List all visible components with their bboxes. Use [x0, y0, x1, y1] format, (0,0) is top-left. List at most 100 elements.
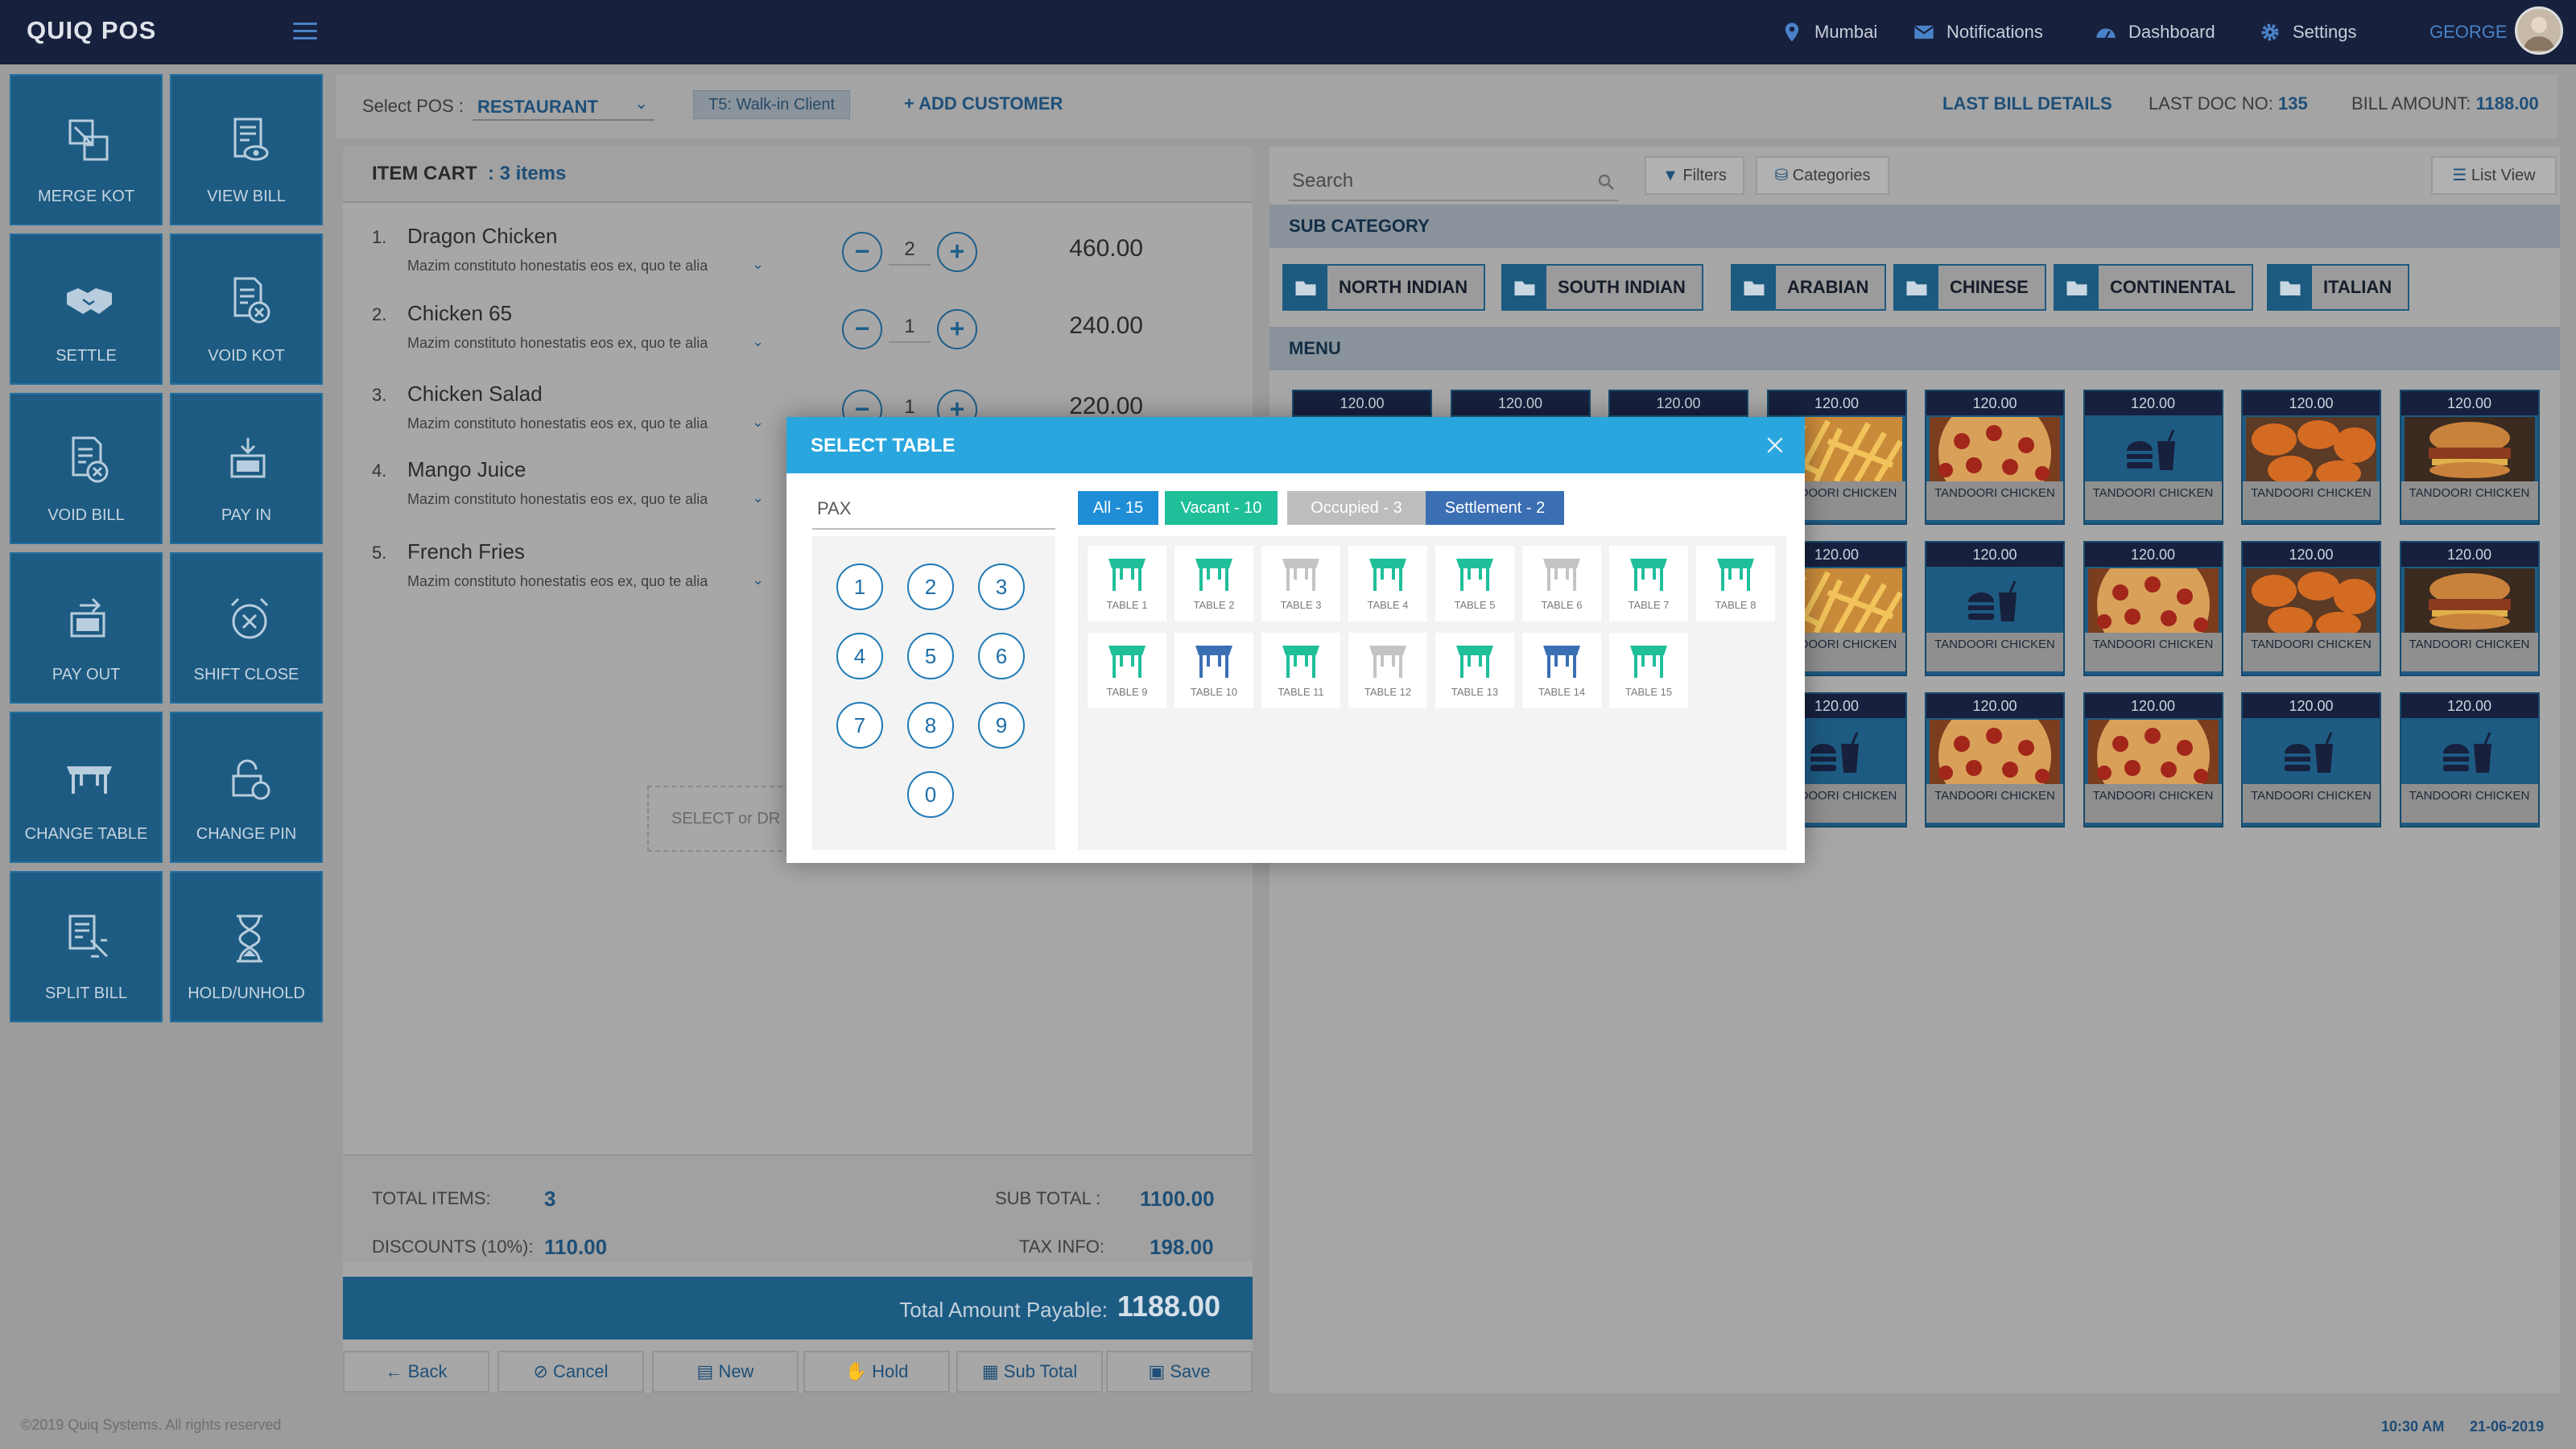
subcategory-arabian[interactable]: ARABIAN	[1731, 264, 1887, 311]
back-button[interactable]: ← Back	[343, 1351, 489, 1393]
keypad-key[interactable]: 4	[836, 633, 883, 679]
keypad-key[interactable]: 0	[907, 771, 954, 818]
pos-select[interactable]: RESTAURANT ⌄	[473, 90, 654, 121]
user-name[interactable]: GEORGE	[2429, 22, 2508, 43]
qty-value[interactable]: 2	[889, 238, 931, 266]
qty-value[interactable]: 1	[889, 316, 931, 343]
close-icon[interactable]	[1765, 435, 1785, 456]
keypad-key[interactable]: 9	[978, 702, 1025, 749]
menu-item-price: 120.00	[1451, 391, 1589, 415]
subcategory-continental[interactable]: CONTINENTAL	[2054, 264, 2254, 311]
action-pay-out-button[interactable]: PAY OUT	[10, 552, 163, 704]
filters-button[interactable]: ▼ Filters	[1645, 156, 1744, 195]
action-merge-kot-button[interactable]: MERGE KOT	[10, 74, 163, 225]
decrease-qty-button[interactable]: −	[842, 309, 882, 349]
table-filter-chip[interactable]: Occupied - 3	[1287, 491, 1426, 525]
table-option[interactable]: TABLE 9	[1088, 633, 1166, 708]
table-option[interactable]: TABLE 3	[1261, 546, 1340, 621]
keypad-key[interactable]: 8	[907, 702, 954, 749]
menu-item-card[interactable]: 120.00 TANDOORI CHICKEN	[1925, 390, 2065, 525]
table-chip[interactable]: T5: Walk-in Client	[693, 90, 851, 119]
menu-item-card[interactable]: 120.00 TANDOORI CHICKEN	[2399, 541, 2540, 676]
table-label: TABLE 3	[1280, 599, 1322, 611]
menu-item-card[interactable]: 120.00 TANDOORI CHICKEN	[2083, 390, 2223, 525]
action-split-bill-button[interactable]: SPLIT BILL	[10, 871, 163, 1022]
dashboard-link[interactable]: Dashboard	[2095, 21, 2215, 43]
table-option[interactable]: TABLE 7	[1609, 546, 1688, 621]
action-change-table-button[interactable]: CHANGE TABLE	[10, 712, 163, 863]
table-option[interactable]: TABLE 13	[1435, 633, 1514, 708]
save-button[interactable]: ▣ Save	[1106, 1351, 1253, 1393]
subtotal-button[interactable]: ▦ Sub Total	[956, 1351, 1103, 1393]
table-option[interactable]: TABLE 6	[1522, 546, 1601, 621]
table-option[interactable]: TABLE 8	[1696, 546, 1775, 621]
hold-button[interactable]: ✋ Hold	[803, 1351, 950, 1393]
subcategory-chinese[interactable]: CHINESE	[1893, 264, 2046, 311]
menu-item-card[interactable]: 120.00 TANDOORI CHICKEN	[2241, 390, 2381, 525]
menu-item-card[interactable]: 120.00 TANDOORI CHICKEN	[2083, 692, 2223, 828]
menu-item-card[interactable]: 120.00 TANDOORI CHICKEN	[2241, 692, 2381, 828]
table-label: TABLE 8	[1715, 599, 1757, 611]
increase-qty-button[interactable]: +	[937, 309, 977, 349]
cart-item[interactable]: 2. Chicken 65 Mazim constituto honestatis …	[372, 301, 1241, 377]
keypad-key[interactable]: 6	[978, 633, 1025, 679]
settings-link[interactable]: Settings	[2259, 21, 2357, 43]
decrease-qty-button[interactable]: −	[842, 232, 882, 272]
categories-button[interactable]: ⛁ Categories	[1756, 156, 1889, 195]
table-option[interactable]: TABLE 15	[1609, 633, 1688, 708]
list-view-button[interactable]: ☰ List View	[2431, 156, 2557, 195]
table-option[interactable]: TABLE 12	[1348, 633, 1427, 708]
add-customer-button[interactable]: + ADD CUSTOMER	[904, 93, 1063, 114]
table-option[interactable]: TABLE 11	[1261, 633, 1340, 708]
notifications-link[interactable]: Notifications	[1913, 21, 2043, 43]
table-option[interactable]: TABLE 1	[1088, 546, 1166, 621]
subcategory-north-indian[interactable]: NORTH INDIAN	[1282, 264, 1486, 311]
keypad-key[interactable]: 3	[978, 564, 1025, 610]
action-change-pin-button[interactable]: CHANGE PIN	[170, 712, 323, 863]
item-price: 220.00	[1069, 393, 1143, 419]
table-option[interactable]: TABLE 4	[1348, 546, 1427, 621]
table-option[interactable]: TABLE 2	[1174, 546, 1253, 621]
increase-qty-button[interactable]: +	[937, 232, 977, 272]
search-input[interactable]: Search	[1289, 163, 1619, 201]
menu-item-card[interactable]: 120.00 TANDOORI CHICKEN	[1925, 692, 2065, 828]
chevron-down-icon[interactable]: ⌄	[752, 256, 764, 273]
subcategory-south-indian[interactable]: SOUTH INDIAN	[1501, 264, 1703, 311]
cancel-button[interactable]: ⊘ Cancel	[497, 1351, 644, 1393]
menu-item-card[interactable]: 120.00 TANDOORI CHICKEN	[2399, 390, 2540, 525]
menu-item-card[interactable]: 120.00 TANDOORI CHICKEN	[2083, 541, 2223, 676]
table-filter-chip[interactable]: All - 15	[1078, 491, 1158, 525]
menu-item-card[interactable]: 120.00 TANDOORI CHICKEN	[2399, 692, 2540, 828]
action-pay-in-button[interactable]: PAY IN	[170, 393, 323, 544]
subcategory-italian[interactable]: ITALIAN	[2267, 264, 2410, 311]
table-filter-chip[interactable]: Settlement - 2	[1426, 491, 1564, 525]
pax-input[interactable]: PAX	[812, 491, 1055, 530]
chevron-down-icon[interactable]: ⌄	[752, 414, 764, 431]
keypad-key[interactable]: 7	[836, 702, 883, 749]
keypad-key[interactable]: 1	[836, 564, 883, 610]
subtotal-button-label: Sub Total	[1003, 1361, 1078, 1381]
chevron-down-icon[interactable]: ⌄	[752, 333, 764, 350]
avatar[interactable]	[2515, 6, 2563, 55]
table-option[interactable]: TABLE 5	[1435, 546, 1514, 621]
table-filter-chip[interactable]: Vacant - 10	[1165, 491, 1278, 525]
last-bill-details-link[interactable]: LAST BILL DETAILS	[1942, 93, 2112, 114]
menu-toggle-icon[interactable]	[293, 23, 317, 40]
chevron-down-icon[interactable]: ⌄	[752, 572, 764, 588]
cart-item[interactable]: 1. Dragon Chicken Mazim constituto honesta…	[372, 224, 1241, 299]
menu-item-card[interactable]: 120.00 TANDOORI CHICKEN	[1925, 541, 2065, 676]
action-void-kot-button[interactable]: VOID KOT	[170, 233, 323, 385]
new-button[interactable]: ▤ New	[652, 1351, 799, 1393]
table-option[interactable]: TABLE 10	[1174, 633, 1253, 708]
action-shift-close-button[interactable]: SHIFT CLOSE	[170, 552, 323, 704]
action-settle-button[interactable]: SETTLE	[10, 233, 163, 385]
table-option[interactable]: TABLE 14	[1522, 633, 1601, 708]
chevron-down-icon[interactable]: ⌄	[752, 489, 764, 506]
menu-item-card[interactable]: 120.00 TANDOORI CHICKEN	[2241, 541, 2381, 676]
action-view-bill-button[interactable]: VIEW BILL	[170, 74, 323, 225]
keypad-key[interactable]: 2	[907, 564, 954, 610]
action-hold-unhold-button[interactable]: HOLD/UNHOLD	[170, 871, 323, 1022]
location-selector[interactable]: Mumbai	[1781, 21, 1877, 43]
keypad-key[interactable]: 5	[907, 633, 954, 679]
action-void-bill-button[interactable]: VOID BILL	[10, 393, 163, 544]
